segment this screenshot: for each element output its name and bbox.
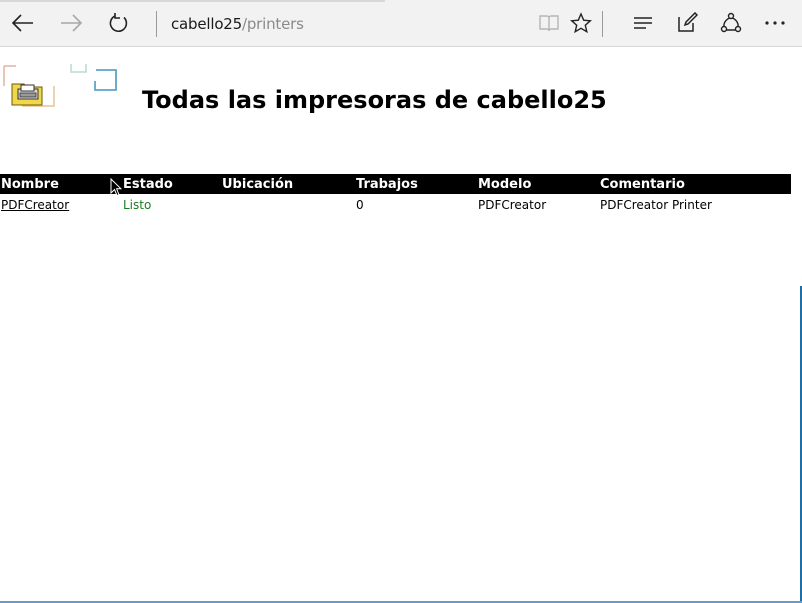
page-title: Todas las impresoras de cabello25 [142, 86, 607, 114]
share-button[interactable] [718, 10, 744, 36]
reading-view-button[interactable] [536, 10, 562, 36]
toolbar-separator [602, 11, 603, 37]
forward-button[interactable] [58, 10, 84, 36]
favorite-star-icon [570, 12, 592, 34]
address-path: /printers [242, 15, 304, 33]
tab-strip-edge [0, 0, 385, 2]
address-host: cabello25 [171, 15, 242, 33]
reading-view-icon [539, 15, 559, 32]
printer-location [221, 194, 355, 215]
more-icon [765, 21, 785, 25]
hub-button[interactable] [630, 10, 656, 36]
forward-arrow-icon [61, 14, 83, 32]
web-note-icon [678, 12, 698, 32]
web-note-button[interactable] [674, 10, 700, 36]
printer-link[interactable]: PDFCreator [1, 198, 69, 212]
browser-toolbar: cabello25/printers [0, 0, 802, 47]
column-header-comentario[interactable]: Comentario [599, 174, 791, 194]
printer-status: Listo [123, 197, 152, 212]
refresh-icon [109, 13, 128, 32]
mouse-cursor-icon [110, 178, 122, 197]
printer-model: PDFCreator [478, 197, 547, 212]
share-icon [720, 12, 742, 33]
hub-icon [634, 17, 652, 29]
favorite-button[interactable] [568, 10, 594, 36]
column-header-ubicacion[interactable]: Ubicación [221, 174, 355, 194]
back-arrow-icon [11, 14, 33, 32]
address-bar[interactable]: cabello25/printers [171, 15, 304, 33]
printer-logo [3, 64, 117, 107]
printer-comment: PDFCreator Printer [600, 197, 712, 212]
address-separator [156, 11, 157, 37]
column-header-nombre[interactable]: Nombre [0, 174, 122, 194]
column-header-trabajos[interactable]: Trabajos [355, 174, 477, 194]
printer-jobs: 0 [356, 197, 364, 212]
more-button[interactable] [762, 10, 788, 36]
back-button[interactable] [10, 10, 36, 36]
refresh-button[interactable] [106, 10, 132, 36]
printer-name-cell: PDFCreator [0, 194, 122, 215]
column-header-estado[interactable]: Estado [122, 174, 221, 194]
table-row: PDFCreator Listo 0 PDFCreator PDFCreator… [0, 194, 791, 215]
column-header-modelo[interactable]: Modelo [477, 174, 599, 194]
